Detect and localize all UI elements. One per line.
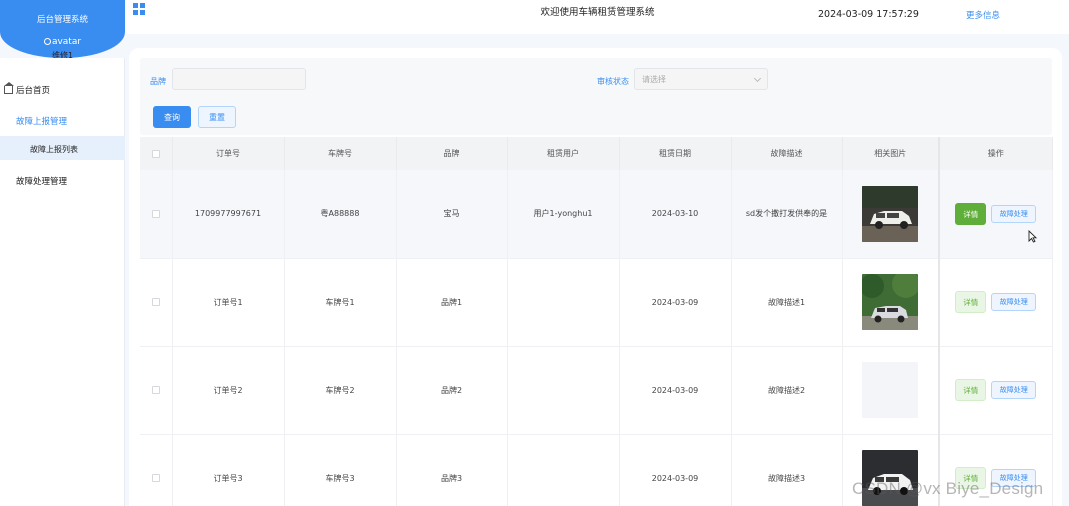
actions-cell: 详情 故障处理 xyxy=(938,258,1053,347)
brand-cell: 品牌2 xyxy=(396,346,508,435)
sidebar-item-home[interactable]: 后台首页 xyxy=(4,82,51,96)
fault-handle-button[interactable]: 故障处理 xyxy=(991,293,1037,311)
status-select-placeholder: 请选择 xyxy=(642,75,666,84)
table-header-row: 订单号 车牌号 品牌 租赁用户 租赁日期 故障描述 相关图片 操作 xyxy=(140,137,1053,170)
user-cell: 用户1-yonghu1 xyxy=(507,170,620,259)
brand-cell: 品牌1 xyxy=(396,258,508,347)
column-header: 租赁日期 xyxy=(619,137,732,170)
plate-cell: 车牌号1 xyxy=(284,258,397,347)
select-all-checkbox[interactable] xyxy=(151,149,160,158)
date-cell: 2024-03-10 xyxy=(619,170,732,259)
row-checkbox[interactable] xyxy=(151,298,160,306)
reset-button[interactable]: 重置 xyxy=(198,106,236,128)
row-checkbox[interactable] xyxy=(151,386,160,394)
more-info-link[interactable]: 更多信息 xyxy=(966,9,1000,21)
brand-filter-input[interactable] xyxy=(172,68,306,90)
brand-cell: 宝马 xyxy=(396,170,508,259)
date-cell: 2024-03-09 xyxy=(619,434,732,506)
welcome-title: 欢迎使用车辆租赁管理系统 xyxy=(540,7,655,18)
image-cell xyxy=(842,170,940,259)
sidebar-item-label: 后台首页 xyxy=(16,86,51,96)
date-cell: 2024-03-09 xyxy=(619,258,732,347)
table-row[interactable]: 订单号2 车牌号2 品牌2 2024-03-09 故障描述2 详情 故障处理 xyxy=(140,346,1053,435)
detail-button[interactable]: 详情 xyxy=(955,202,987,225)
fault-handle-button[interactable]: 故障处理 xyxy=(991,381,1037,399)
column-header: 故障描述 xyxy=(731,137,843,170)
order-cell: 订单号1 xyxy=(172,258,285,347)
actions-cell: 详情 故障处理 xyxy=(938,170,1053,259)
row-checkbox[interactable] xyxy=(151,209,160,218)
column-header: 操作 xyxy=(938,137,1053,170)
user-cell xyxy=(507,258,620,347)
fault-handle-button[interactable]: 故障处理 xyxy=(991,204,1037,223)
plate-cell: 车牌号3 xyxy=(284,434,397,506)
table-row[interactable]: 订单号1 车牌号1 品牌1 2024-03-09 故障描述1 详情 故障处理 xyxy=(140,258,1053,347)
brand-cell: 品牌3 xyxy=(396,434,508,506)
desc-cell: 故障描述2 xyxy=(731,346,843,435)
status-filter-label: 审核状态 xyxy=(597,77,629,86)
watermark: CSDN @vx Biye_Design xyxy=(852,479,1044,498)
brand-title: 后台管理系统 xyxy=(36,15,88,25)
mouse-pointer-icon xyxy=(1028,230,1037,243)
avatar-alt-text: avatar xyxy=(51,37,82,47)
order-cell: 订单号3 xyxy=(172,434,285,506)
desc-cell: 故障描述3 xyxy=(731,434,843,506)
filter-bar: 品牌 审核状态 请选择 查询 重置 xyxy=(140,58,1052,135)
order-cell: 订单号2 xyxy=(172,346,285,435)
column-header: 车牌号 xyxy=(284,137,397,170)
column-header: 相关图片 xyxy=(842,137,940,170)
query-button[interactable]: 查询 xyxy=(153,106,191,128)
fault-report-table: 订单号 车牌号 品牌 租赁用户 租赁日期 故障描述 相关图片 操作 170997… xyxy=(140,137,1053,506)
column-header: 订单号 xyxy=(172,137,285,170)
image-cell xyxy=(842,346,940,435)
detail-button[interactable]: 详情 xyxy=(955,291,987,313)
sidebar-group-fault-handle[interactable]: 故障处理管理 xyxy=(16,175,67,187)
broken-image-icon xyxy=(43,38,51,45)
date-cell: 2024-03-09 xyxy=(619,346,732,435)
user-cell xyxy=(507,434,620,506)
chevron-down-icon xyxy=(753,74,762,83)
home-icon xyxy=(4,82,14,94)
datetime-display: 2024-03-09 17:57:29 xyxy=(818,9,919,20)
select-all-cell xyxy=(140,137,173,170)
detail-button[interactable]: 详情 xyxy=(955,379,987,401)
image-placeholder xyxy=(862,362,919,418)
sidebar-item-fault-report-list[interactable]: 故障上报列表 xyxy=(0,136,125,160)
plate-cell: 车牌号2 xyxy=(284,346,397,435)
car-thumbnail[interactable] xyxy=(862,185,919,242)
sidebar: 后台首页 故障上报管理 故障上报列表 故障处理管理 xyxy=(0,58,125,506)
desc-cell: 故障描述1 xyxy=(731,258,843,347)
status-select[interactable]: 请选择 xyxy=(634,68,768,90)
plate-cell: 粤A88888 xyxy=(284,170,397,259)
brand-filter-label: 品牌 xyxy=(150,77,166,86)
actions-cell: 详情 故障处理 xyxy=(938,346,1053,435)
brand-header: 后台管理系统 avatar 维修1 xyxy=(0,0,125,60)
order-cell: 1709977997671 xyxy=(172,170,285,259)
car-thumbnail[interactable] xyxy=(862,274,919,330)
column-header: 品牌 xyxy=(396,137,508,170)
desc-cell: sd发个撒打发供奉的是 xyxy=(731,170,843,259)
user-cell xyxy=(507,346,620,435)
avatar: avatar xyxy=(0,37,125,47)
row-checkbox[interactable] xyxy=(151,474,160,482)
table-row[interactable]: 1709977997671 粤A88888 宝马 用户1-yonghu1 202… xyxy=(140,170,1053,259)
column-header: 租赁用户 xyxy=(507,137,620,170)
sidebar-group-fault-report[interactable]: 故障上报管理 xyxy=(16,115,67,127)
menu-grid-icon[interactable] xyxy=(133,3,145,15)
image-cell xyxy=(842,258,940,347)
